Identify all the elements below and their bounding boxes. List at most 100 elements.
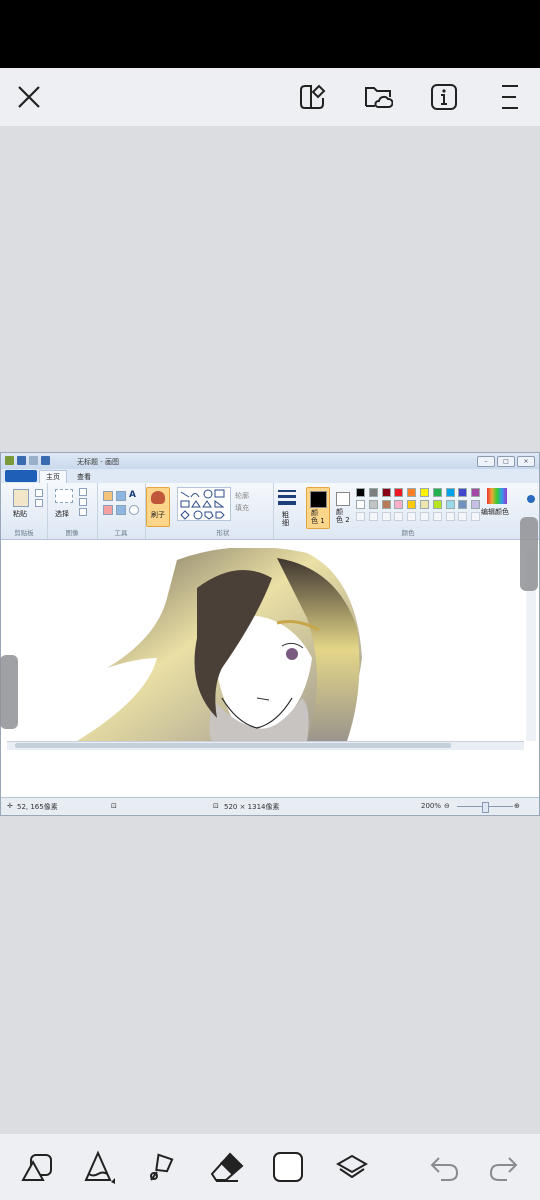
palette-swatch[interactable] [381, 500, 391, 509]
palette-swatch[interactable] [445, 500, 455, 509]
palette-swatch[interactable] [420, 500, 429, 509]
palette-empty-swatch[interactable] [471, 512, 481, 521]
window-close-icon[interactable]: × [517, 456, 535, 467]
size-group[interactable]: 粗 细 [273, 483, 303, 539]
undo-small-icon[interactable] [29, 456, 38, 465]
close-button[interactable] [8, 76, 50, 118]
palette-swatch[interactable] [458, 488, 468, 497]
text-tool-icon[interactable]: A [129, 490, 136, 500]
undo-button[interactable] [422, 1145, 466, 1189]
scrollbar-thumb[interactable] [15, 743, 451, 748]
zoom-slider-thumb[interactable] [482, 802, 489, 813]
palette-swatch[interactable] [432, 488, 442, 497]
palette-empty-swatch[interactable] [368, 512, 378, 521]
file-menu-button[interactable] [5, 470, 37, 482]
edit-colors-icon[interactable] [487, 488, 507, 504]
palette-swatch[interactable] [394, 500, 404, 509]
paint-drawing-canvas[interactable] [7, 548, 524, 741]
palette-swatch[interactable] [445, 488, 455, 497]
cloud-folder-icon [365, 87, 393, 108]
selection-shape-button[interactable] [291, 76, 333, 118]
outline-label[interactable]: 轮廓 [235, 491, 249, 501]
pencil-icon [84, 1150, 115, 1184]
lasso-icon [150, 1153, 174, 1181]
eraser-tool-button[interactable] [205, 1145, 249, 1189]
palette-empty-swatch[interactable] [445, 512, 455, 521]
rotate-icon[interactable] [79, 508, 87, 516]
cursor-position-icon: ✛ [7, 802, 13, 810]
tab-view[interactable]: 查看 [71, 471, 97, 483]
shapes-gallery-icon [180, 489, 225, 520]
menu-icon [502, 85, 518, 109]
horizontal-scrollbar[interactable] [7, 741, 524, 750]
zoom-in-icon[interactable]: ⊕ [514, 802, 520, 810]
palette-swatch[interactable] [407, 488, 417, 497]
redo-button[interactable] [482, 1145, 526, 1189]
zoom-out-icon[interactable]: ⊖ [444, 802, 450, 810]
brush-button[interactable]: 刷子 [146, 487, 170, 527]
color2-button[interactable]: 颜 色 2 [332, 487, 354, 527]
color2-swatch [336, 492, 350, 506]
select-label: 选择 [55, 510, 69, 518]
eraser-tool-icon[interactable] [103, 505, 113, 515]
select-icon[interactable] [55, 489, 73, 503]
layers-button[interactable] [330, 1145, 374, 1189]
fill-tool-icon[interactable] [116, 491, 126, 501]
color-square-icon [273, 1152, 303, 1182]
palette-swatch[interactable] [394, 488, 404, 497]
palette-empty-swatch[interactable] [458, 512, 468, 521]
maximize-icon[interactable]: □ [497, 456, 515, 467]
palette-swatch[interactable] [381, 488, 391, 497]
canvas-size: 520 × 1314像素 [224, 803, 280, 811]
clipboard-group: 粘贴 剪贴板 [1, 483, 48, 539]
paste-label: 粘贴 [13, 510, 27, 518]
pencil-tool-button[interactable] [76, 1145, 120, 1189]
palette-empty-swatch[interactable] [420, 512, 429, 521]
left-side-handle[interactable] [0, 655, 18, 729]
palette-swatch[interactable] [471, 500, 481, 509]
palette-empty-swatch[interactable] [394, 512, 404, 521]
info-button[interactable] [423, 76, 465, 118]
color1-button[interactable]: 颜 色 1 [306, 487, 330, 529]
palette-swatch[interactable] [458, 500, 468, 509]
crop-icon[interactable] [79, 488, 87, 496]
palette-swatch[interactable] [420, 488, 429, 497]
palette-swatch[interactable] [407, 500, 417, 509]
palette-empty-swatch[interactable] [432, 512, 442, 521]
magnifier-tool-icon[interactable] [129, 505, 139, 515]
palette-swatch[interactable] [356, 488, 365, 497]
palette-empty-swatch[interactable] [407, 512, 417, 521]
right-side-handle[interactable] [520, 517, 538, 591]
paint-screenshot[interactable]: 无标题 - 画图 – □ × 主页 查看 粘贴 剪贴板 选择 图像 A 工具 刷… [0, 452, 540, 816]
paint-app-icon [5, 456, 14, 465]
palette-swatch[interactable] [368, 500, 378, 509]
redo-small-icon[interactable] [41, 456, 50, 465]
pencil-tool-icon[interactable] [103, 491, 113, 501]
palette-swatch[interactable] [368, 488, 378, 497]
lasso-tool-button[interactable] [140, 1145, 184, 1189]
save-icon[interactable] [17, 456, 26, 465]
cloud-folder-button[interactable] [357, 76, 399, 118]
palette-empty-swatch[interactable] [356, 512, 365, 521]
copy-icon[interactable] [35, 499, 43, 507]
palette-swatch[interactable] [471, 488, 481, 497]
color-picker-button[interactable] [266, 1145, 310, 1189]
palette-empty-swatch[interactable] [381, 512, 391, 521]
menu-button[interactable] [489, 76, 531, 118]
minimize-icon[interactable]: – [477, 456, 495, 467]
paste-icon[interactable] [13, 489, 29, 507]
help-icon[interactable] [527, 495, 535, 503]
edit-colors-label[interactable]: 编辑颜色 [481, 507, 509, 517]
cut-icon[interactable] [35, 489, 43, 497]
palette-swatch[interactable] [356, 500, 365, 509]
picker-tool-icon[interactable] [116, 505, 126, 515]
shapes-icon [21, 1154, 52, 1181]
shapes-group: 轮廓 填充 形状 [173, 483, 274, 539]
tab-home[interactable]: 主页 [39, 470, 67, 483]
fill-label[interactable]: 填充 [235, 503, 249, 513]
shapes-gallery[interactable] [177, 487, 231, 521]
palette-swatch[interactable] [432, 500, 442, 509]
resize-icon[interactable] [79, 498, 87, 506]
zoom-level: 200% [421, 802, 442, 810]
shapes-tool-button[interactable] [15, 1145, 59, 1189]
